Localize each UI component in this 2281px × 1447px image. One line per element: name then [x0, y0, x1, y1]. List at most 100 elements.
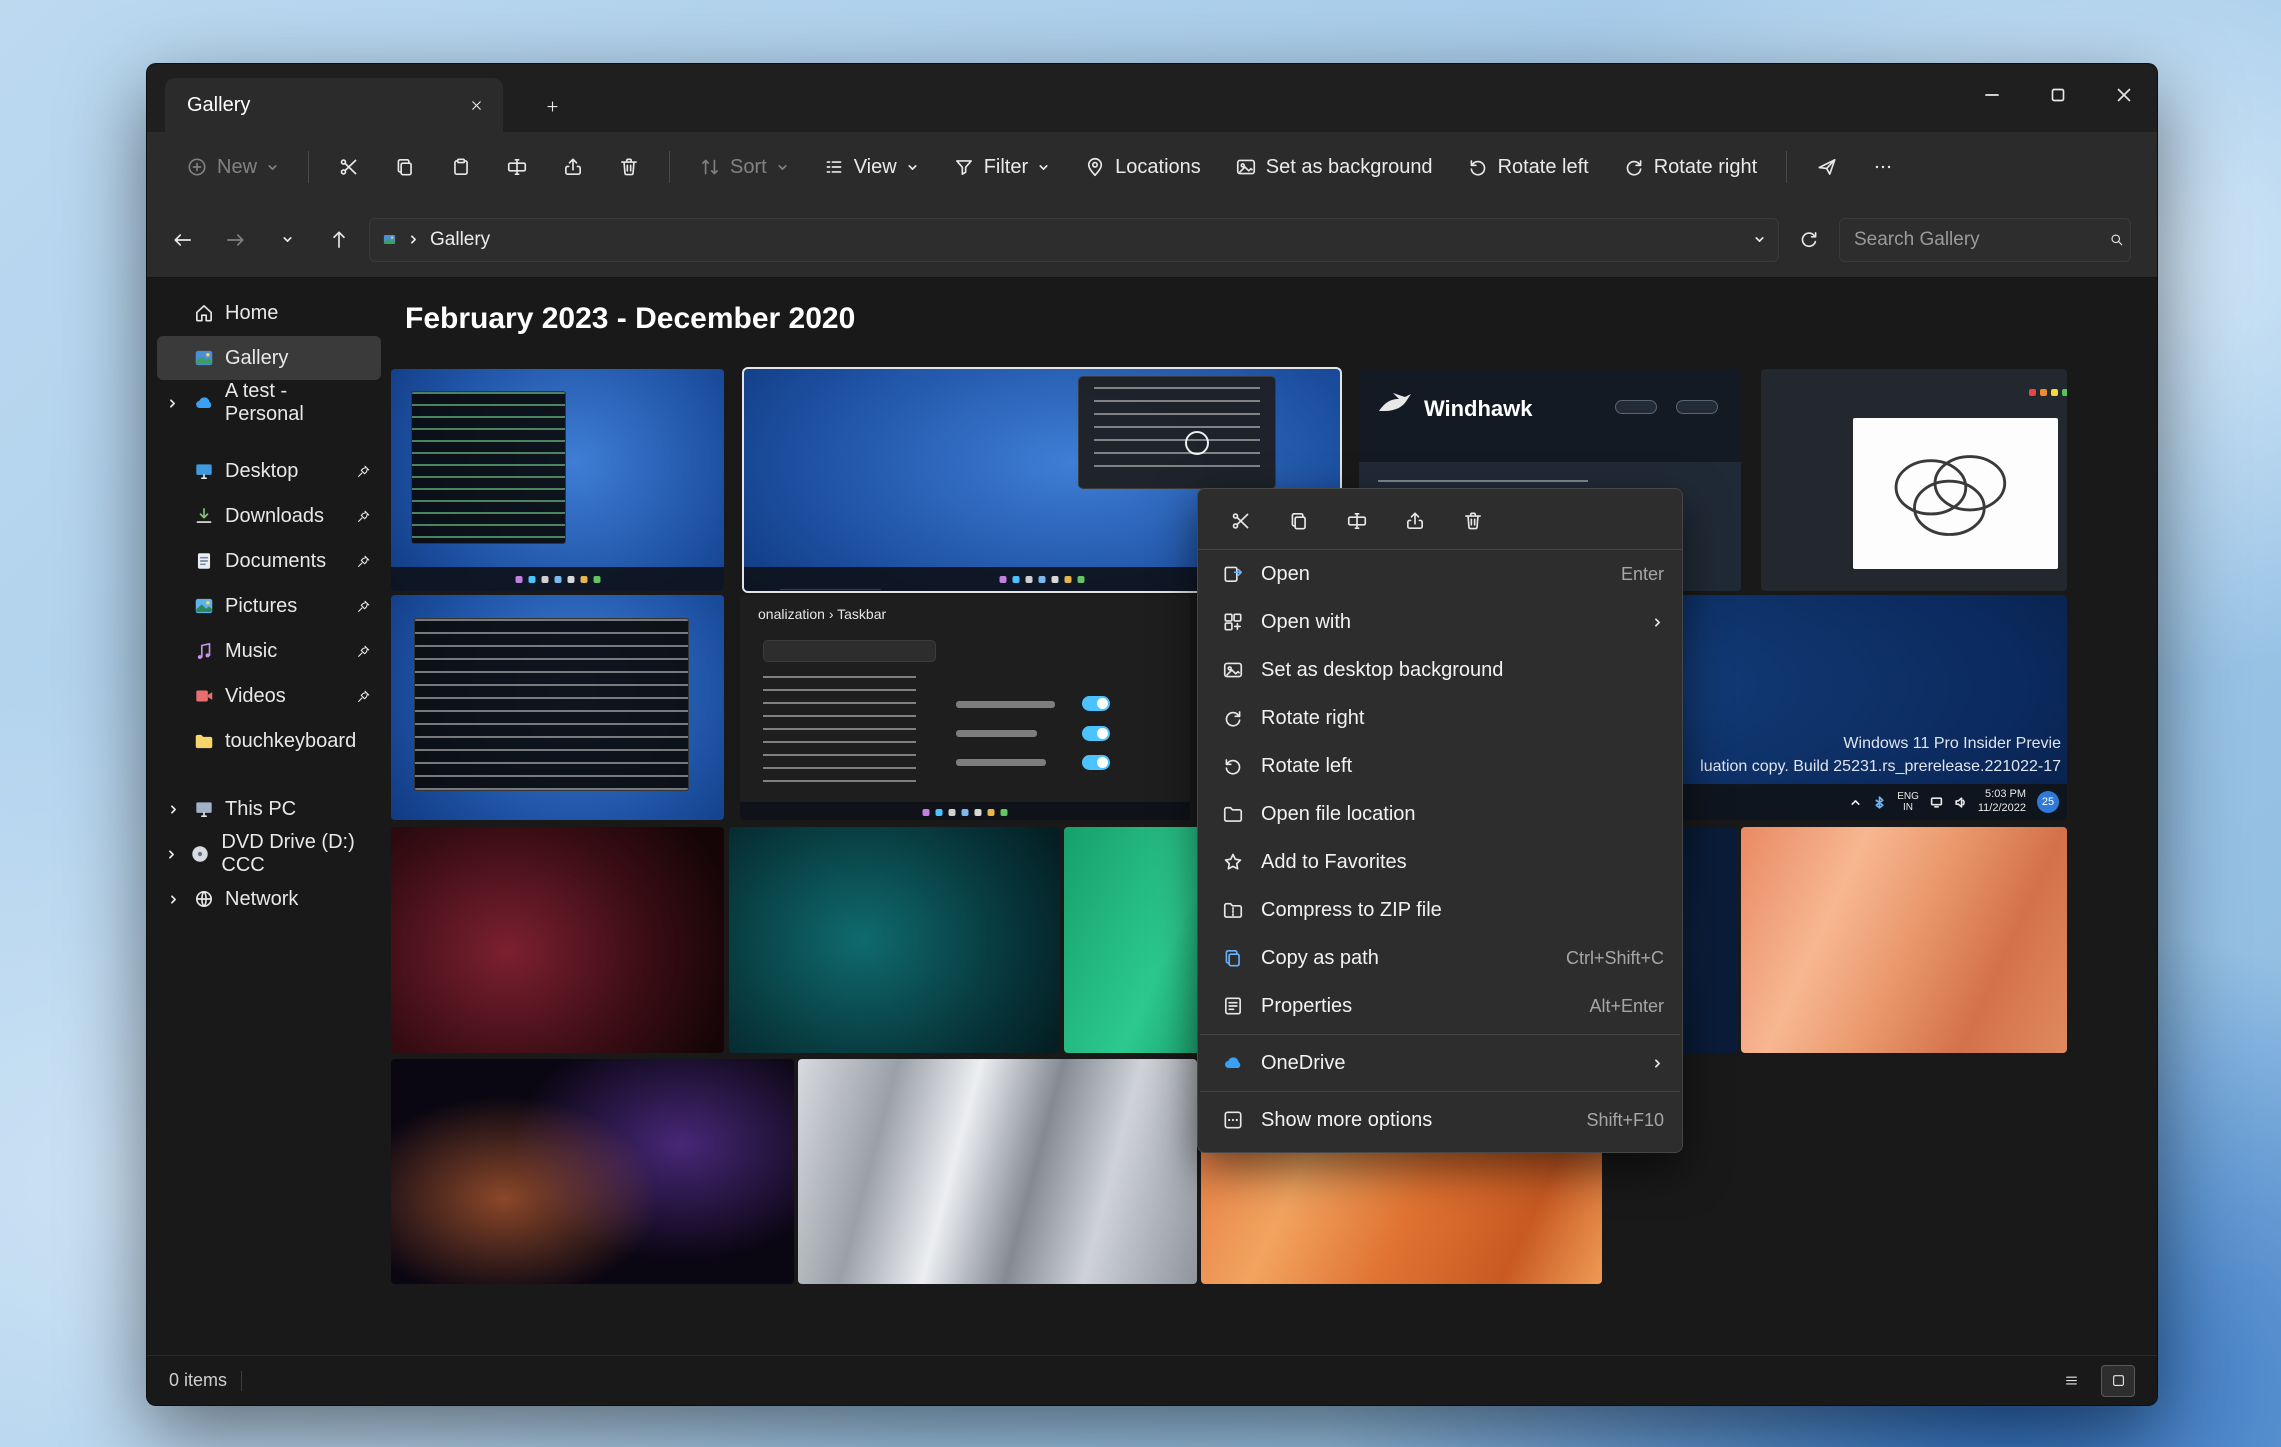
- context-menu-item-rotate-left[interactable]: Rotate left: [1198, 742, 1682, 790]
- gallery-thumbnail[interactable]: [729, 827, 1060, 1053]
- sidebar-item-gallery[interactable]: Gallery: [157, 336, 381, 380]
- sidebar-item-home[interactable]: Home: [157, 291, 381, 335]
- send-button[interactable]: [1803, 144, 1851, 190]
- copy-button[interactable]: [1280, 503, 1318, 539]
- context-menu-item-open-file-location[interactable]: Open file location: [1198, 790, 1682, 838]
- tray-badge: 25: [2037, 791, 2059, 813]
- search-input[interactable]: [1852, 228, 2101, 252]
- view-button[interactable]: View: [810, 144, 932, 190]
- filter-button[interactable]: Filter: [940, 144, 1063, 190]
- context-menu-item-add-to-favorites[interactable]: Add to Favorites: [1198, 838, 1682, 886]
- toggle-on-icon: [1082, 755, 1110, 770]
- locations-button[interactable]: Locations: [1071, 144, 1214, 190]
- gallery-thumbnail[interactable]: [391, 1059, 794, 1284]
- cut-button[interactable]: [325, 144, 373, 190]
- gallery-thumbnail[interactable]: [391, 827, 724, 1053]
- new-button[interactable]: New: [173, 144, 292, 190]
- details-view-button[interactable]: [2055, 1366, 2087, 1396]
- address-bar: Gallery: [147, 202, 2157, 278]
- rename-button[interactable]: [1338, 503, 1376, 539]
- paste-button[interactable]: [437, 144, 485, 190]
- forward-button[interactable]: [213, 218, 257, 262]
- recent-locations-button[interactable]: [265, 218, 309, 262]
- maximize-icon: [2047, 84, 2069, 106]
- rotate-right-button[interactable]: Rotate right: [1610, 144, 1770, 190]
- sidebar-item-videos[interactable]: Videos: [157, 674, 381, 718]
- sidebar-item-touchkeyboard[interactable]: touchkeyboard: [157, 719, 381, 763]
- sidebar-item-this-pc[interactable]: This PC: [157, 787, 381, 831]
- chevron-right-icon[interactable]: [165, 848, 178, 861]
- back-button[interactable]: [161, 218, 205, 262]
- maximize-button[interactable]: [2025, 64, 2091, 126]
- back-icon: [172, 229, 194, 251]
- command-toolbar: New Sort View Filter Locations: [147, 132, 2157, 202]
- status-bar: 0 items: [147, 1355, 2157, 1405]
- breadcrumb[interactable]: Gallery: [369, 218, 1779, 262]
- thumbnail-art: [414, 618, 689, 791]
- chevron-right-icon[interactable]: [166, 397, 179, 410]
- thumbnail-art: [780, 589, 881, 590]
- minimize-button[interactable]: [1959, 64, 2025, 126]
- copy-button[interactable]: [381, 144, 429, 190]
- context-menu-item-open-with[interactable]: Open with: [1198, 598, 1682, 646]
- see-more-button[interactable]: [1859, 144, 1907, 190]
- sidebar-item-onedrive-personal[interactable]: A test - Personal: [157, 381, 381, 425]
- address-dropdown-chevron-icon[interactable]: [1753, 233, 1766, 246]
- share-button[interactable]: [1396, 503, 1434, 539]
- tray-chevron-icon: [1849, 796, 1862, 809]
- sidebar-item-dvd-drive[interactable]: DVD Drive (D:) CCC: [157, 832, 381, 876]
- context-menu-item-rotate-right[interactable]: Rotate right: [1198, 694, 1682, 742]
- documents-icon: [193, 550, 215, 572]
- context-menu-item-onedrive[interactable]: OneDrive: [1198, 1039, 1682, 1087]
- navigation-pane: Home Gallery A test - Personal Desktop: [147, 278, 391, 1355]
- gallery-thumbnail[interactable]: [1761, 369, 2067, 591]
- watermark-line2: luation copy. Build 25231.rs_prerelease.…: [1700, 756, 2061, 778]
- context-menu-item-copy-as-path[interactable]: Copy as path Ctrl+Shift+C: [1198, 934, 1682, 982]
- context-menu-item-set-as-desktop-background[interactable]: Set as desktop background: [1198, 646, 1682, 694]
- sidebar-item-music[interactable]: Music: [157, 629, 381, 673]
- sidebar-item-pictures[interactable]: Pictures: [157, 584, 381, 628]
- gallery-thumbnail-settings[interactable]: onalization › Taskbar: [740, 595, 1190, 820]
- context-menu-item-show-more-options[interactable]: Show more options Shift+F10: [1198, 1096, 1682, 1144]
- pin-icon: [356, 689, 371, 704]
- set-as-background-button[interactable]: Set as background: [1222, 144, 1446, 190]
- sidebar-item-desktop[interactable]: Desktop: [157, 449, 381, 493]
- rename-button[interactable]: [493, 144, 541, 190]
- context-menu-separator: [1200, 1091, 1680, 1092]
- up-button[interactable]: [317, 218, 361, 262]
- sidebar-item-downloads[interactable]: Downloads: [157, 494, 381, 538]
- breadcrumb-segment[interactable]: Gallery: [430, 229, 1743, 251]
- gallery-thumbnail[interactable]: [798, 1059, 1197, 1284]
- rotate-left-button[interactable]: Rotate left: [1454, 144, 1602, 190]
- gallery-thumbnail[interactable]: [391, 595, 724, 820]
- cut-button[interactable]: [1222, 503, 1260, 539]
- context-menu-item-compress-to-zip[interactable]: Compress to ZIP file: [1198, 886, 1682, 934]
- thumbnail-view-button[interactable]: [2101, 1365, 2135, 1397]
- gallery-thumbnail[interactable]: [1741, 827, 2067, 1053]
- thumbnail-art: [956, 730, 1037, 737]
- context-menu-item-properties[interactable]: Properties Alt+Enter: [1198, 982, 1682, 1030]
- breadcrumb-gallery-icon: [382, 232, 397, 247]
- sidebar-item-network[interactable]: Network: [157, 877, 381, 921]
- delete-button[interactable]: [1454, 503, 1492, 539]
- gallery-thumbnail[interactable]: [391, 369, 724, 591]
- share-icon: [1404, 510, 1426, 532]
- forward-icon: [224, 229, 246, 251]
- chevron-right-icon[interactable]: [167, 803, 180, 816]
- refresh-button[interactable]: [1787, 218, 1831, 262]
- sort-button[interactable]: Sort: [686, 144, 802, 190]
- new-tab-button[interactable]: [535, 90, 569, 122]
- chevron-right-icon[interactable]: [167, 893, 180, 906]
- sidebar-item-documents[interactable]: Documents: [157, 539, 381, 583]
- network-icon: [193, 888, 215, 910]
- share-button[interactable]: [549, 144, 597, 190]
- delete-button[interactable]: [605, 144, 653, 190]
- toolbar-separator: [308, 151, 309, 183]
- close-button[interactable]: [2091, 64, 2157, 126]
- pin-icon: [356, 644, 371, 659]
- cut-icon: [338, 156, 360, 178]
- tab-close-icon[interactable]: [461, 90, 491, 120]
- context-menu-item-open[interactable]: Open Enter: [1198, 550, 1682, 598]
- open-file-location-icon: [1222, 803, 1244, 825]
- tab-gallery[interactable]: Gallery: [165, 78, 503, 132]
